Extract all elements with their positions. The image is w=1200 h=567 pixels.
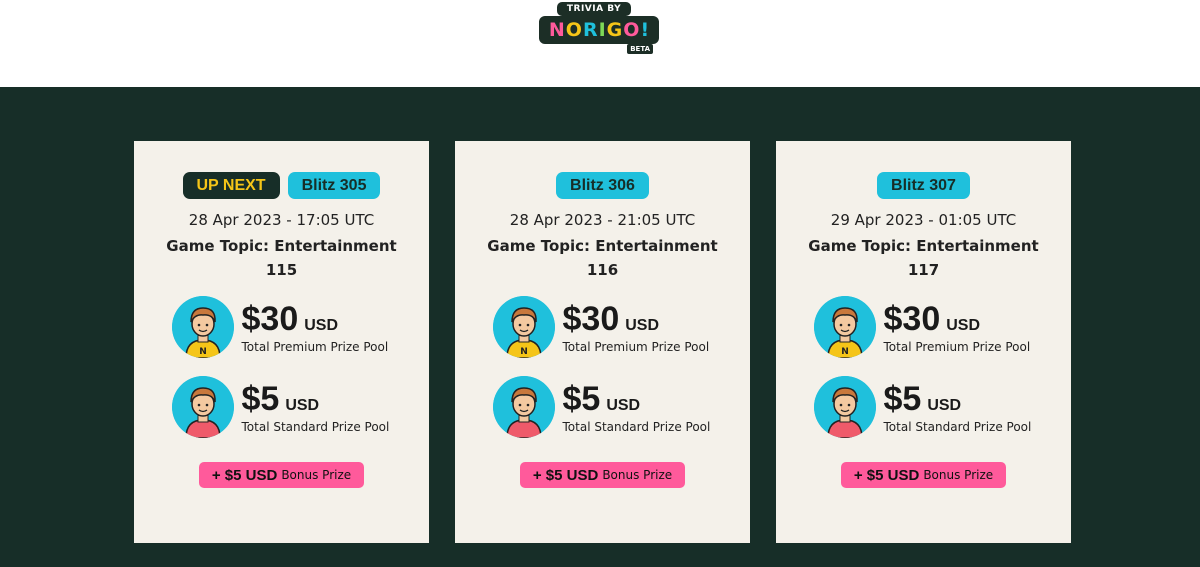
blitz-card[interactable]: Blitz 306 28 Apr 2023 - 21:05 UTC Game T…: [455, 141, 750, 543]
premium-amount: $30: [562, 300, 620, 338]
standard-prize-info: $5 USD Total Standard Prize Pool: [884, 380, 1032, 434]
premium-amount: $30: [241, 300, 299, 338]
game-topic-label: Game Topic: Entertainment: [487, 237, 718, 255]
premium-player-avatar-icon: N: [171, 296, 234, 358]
game-topic: Game Topic: Entertainment 116: [487, 234, 717, 282]
standard-player-avatar-icon: [171, 376, 234, 438]
bonus-prize-badge: + $5 USD Bonus Prize: [519, 462, 686, 488]
bonus-label: Bonus Prize: [923, 468, 994, 482]
premium-player-avatar-icon: N: [492, 296, 555, 358]
game-topic-label: Game Topic: Entertainment: [166, 237, 397, 255]
game-topic: Game Topic: Entertainment 117: [808, 234, 1038, 282]
beta-badge: BETA: [627, 44, 653, 54]
bonus-amount: + $5 USD: [532, 466, 599, 484]
premium-currency: USD: [625, 317, 660, 334]
standard-prize-info: $5 USD Total Standard Prize Pool: [563, 380, 711, 434]
blitz-badge: Blitz 307: [877, 172, 970, 199]
standard-currency: USD: [927, 397, 962, 414]
standard-prize: $5 USD Total Standard Prize Pool: [492, 376, 713, 438]
logo-wordmark: N O R I G O !: [539, 16, 659, 44]
svg-text:N: N: [841, 347, 849, 357]
standard-currency: USD: [285, 397, 320, 414]
standard-player-avatar-icon: [813, 376, 876, 438]
standard-prize-info: $5 USD Total Standard Prize Pool: [242, 380, 390, 434]
premium-prize-info: $30 USD Total Premium Prize Pool: [242, 300, 389, 354]
blitz-badge: Blitz 306: [556, 172, 649, 199]
standard-pool-label: Total Standard Prize Pool: [883, 420, 1032, 434]
card-badges: Blitz 306: [556, 172, 649, 199]
game-number: 117: [907, 261, 940, 279]
logo-letter: N: [548, 19, 565, 41]
svg-text:N: N: [199, 347, 207, 357]
premium-currency: USD: [304, 317, 339, 334]
card-badges: Blitz 307: [877, 172, 970, 199]
premium-player-avatar-icon: N: [813, 296, 876, 358]
premium-prize: N $30 USD Total Premium Prize Pool: [492, 296, 713, 358]
bonus-label: Bonus Prize: [602, 468, 673, 482]
header: TRIVIA BY N O R I G O ! BETA: [0, 0, 1200, 87]
standard-currency: USD: [606, 397, 641, 414]
premium-amount: $30: [883, 300, 941, 338]
blitz-card[interactable]: UP NEXT Blitz 305 28 Apr 2023 - 17:05 UT…: [134, 141, 429, 543]
premium-prize: N $30 USD Total Premium Prize Pool: [171, 296, 392, 358]
game-date: 29 Apr 2023 - 01:05 UTC: [830, 211, 1017, 229]
premium-currency: USD: [946, 317, 981, 334]
bonus-amount: + $5 USD: [853, 466, 920, 484]
premium-prize-info: $30 USD Total Premium Prize Pool: [563, 300, 710, 354]
standard-pool-label: Total Standard Prize Pool: [241, 420, 390, 434]
logo-letter: G: [606, 19, 623, 41]
logo-letter: R: [582, 19, 598, 41]
logo-letter: O: [565, 19, 582, 41]
standard-prize: $5 USD Total Standard Prize Pool: [171, 376, 392, 438]
logo-tagline: TRIVIA BY: [557, 2, 631, 16]
premium-pool-label: Total Premium Prize Pool: [883, 340, 1031, 354]
logo-letter: O: [623, 19, 640, 41]
standard-amount: $5: [883, 380, 922, 418]
bonus-amount: + $5 USD: [211, 466, 278, 484]
game-date: 28 Apr 2023 - 17:05 UTC: [188, 211, 375, 229]
card-badges: UP NEXT Blitz 305: [182, 172, 381, 199]
bonus-label: Bonus Prize: [281, 468, 352, 482]
blitz-card[interactable]: Blitz 307 29 Apr 2023 - 01:05 UTC Game T…: [776, 141, 1071, 543]
bonus-prize-badge: + $5 USD Bonus Prize: [198, 462, 365, 488]
standard-amount: $5: [562, 380, 601, 418]
standard-amount: $5: [241, 380, 280, 418]
standard-prize: $5 USD Total Standard Prize Pool: [813, 376, 1034, 438]
up-next-badge: UP NEXT: [182, 172, 280, 199]
game-date: 28 Apr 2023 - 21:05 UTC: [509, 211, 696, 229]
game-topic: Game Topic: Entertainment 115: [166, 234, 396, 282]
bonus-prize-badge: + $5 USD Bonus Prize: [840, 462, 1007, 488]
premium-prize: N $30 USD Total Premium Prize Pool: [813, 296, 1034, 358]
svg-text:N: N: [520, 347, 528, 357]
premium-pool-label: Total Premium Prize Pool: [562, 340, 710, 354]
game-number: 115: [265, 261, 298, 279]
game-topic-label: Game Topic: Entertainment: [808, 237, 1039, 255]
norigo-logo[interactable]: TRIVIA BY N O R I G O ! BETA: [535, 2, 665, 62]
blitz-schedule: UP NEXT Blitz 305 28 Apr 2023 - 17:05 UT…: [0, 87, 1200, 567]
logo-letter: !: [640, 19, 650, 41]
standard-pool-label: Total Standard Prize Pool: [562, 420, 711, 434]
blitz-badge: Blitz 305: [287, 172, 381, 199]
premium-prize-info: $30 USD Total Premium Prize Pool: [884, 300, 1031, 354]
logo-letter: I: [598, 19, 606, 41]
premium-pool-label: Total Premium Prize Pool: [241, 340, 389, 354]
game-number: 116: [586, 261, 619, 279]
standard-player-avatar-icon: [492, 376, 555, 438]
